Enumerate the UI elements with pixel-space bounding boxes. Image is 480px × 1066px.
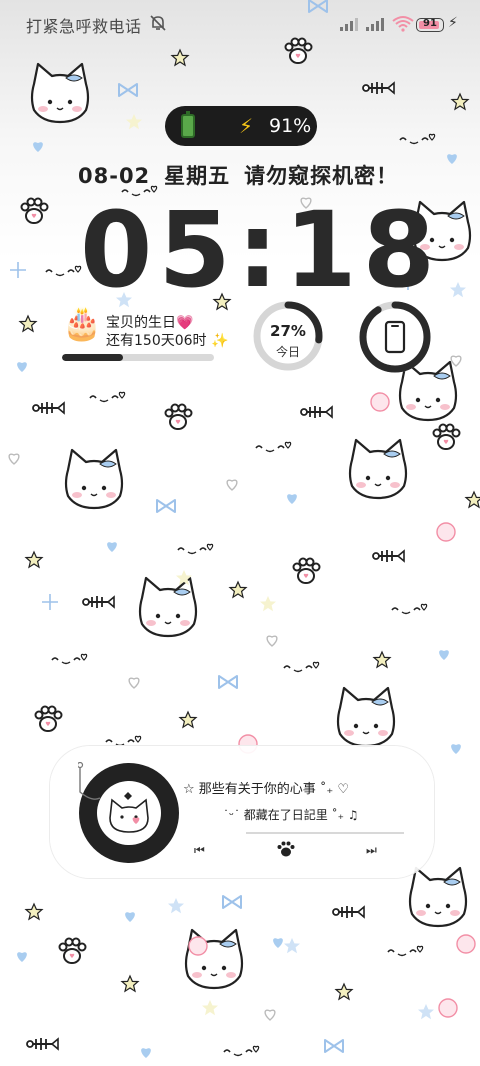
birthday-countdown: 还有150天06时 ✨ (106, 333, 229, 349)
battery-pill: ⚡ 91% (165, 106, 317, 146)
battery-icon: 91 (416, 18, 444, 32)
date-text: 08-02 (78, 164, 151, 188)
birthday-title[interactable]: 宝贝的生日💗 (106, 312, 193, 332)
battery-green-icon (181, 111, 195, 138)
emergency-call-link[interactable]: 打紧急呼救电话 (26, 13, 142, 37)
battery-level: 91 (423, 18, 437, 29)
day-progress-percent: 27% (270, 322, 306, 340)
lockscreen-clock: 05:18 (80, 189, 442, 311)
paw-play-icon[interactable] (276, 840, 296, 858)
vinyl-record-icon[interactable] (78, 762, 180, 864)
music-title: ☆ 那些有关于你的心事 ˚₊ ♡ (183, 782, 350, 797)
day-progress-label: 今日 (275, 345, 300, 359)
battery-percent: 91% (269, 115, 312, 137)
date-line: 08-02 星期五 请勿窥探机密！ (78, 160, 412, 190)
charging-icon: ⚡ (448, 15, 458, 31)
birthday-progress-fill (62, 354, 123, 361)
mute-bell-icon (150, 15, 166, 31)
status-bar: 打紧急呼救电话 91 ⚡ (0, 0, 480, 48)
music-progress-bar[interactable] (246, 832, 404, 834)
next-track-icon[interactable]: ⏭ (366, 843, 377, 858)
signal-icon (340, 18, 358, 31)
weekday-text: 星期五 (164, 164, 231, 188)
cake-icon: 🎂 (62, 304, 102, 342)
slogan-text: 请勿窥探机密！ (244, 164, 399, 188)
bolt-icon: ⚡ (239, 114, 254, 138)
previous-track-icon[interactable]: ⏮ (194, 843, 205, 858)
music-subtitle: ˙ᵕ˙ 都藏在了日記里 ˚₊ ♫ (223, 808, 359, 822)
wifi-icon (392, 16, 414, 32)
signal-icon-2 (366, 18, 384, 31)
phone-battery-ring[interactable] (358, 300, 432, 374)
birthday-progress-bar (62, 354, 214, 361)
